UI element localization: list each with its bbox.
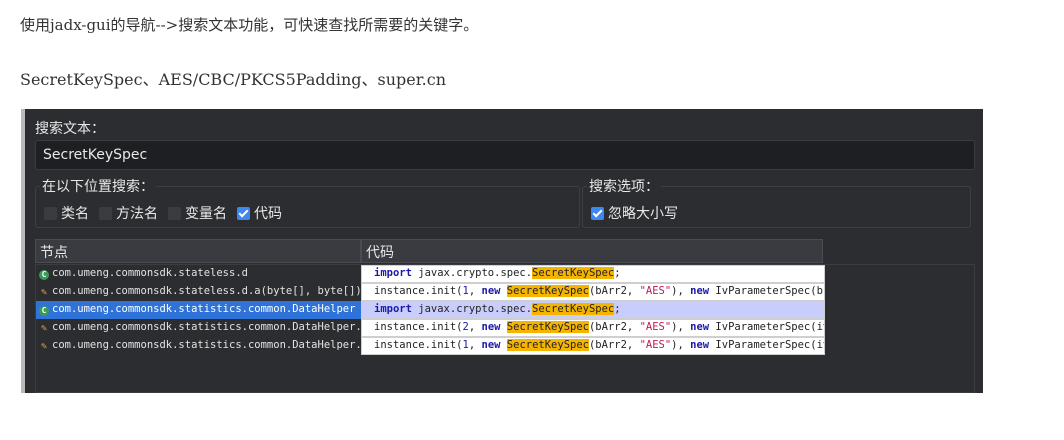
method-icon: ✎ — [40, 287, 48, 298]
code-cell[interactable]: instance.init(2, new SecretKeySpec(bArr2… — [361, 319, 825, 337]
node-cell[interactable]: ✎ com.umeng.commonsdk.stateless.d.a(byte[… — [36, 283, 361, 301]
node-text: com.umeng.commonsdk.statistics.common.Da… — [52, 303, 356, 315]
table-row[interactable]: ✎ com.umeng.commonsdk.statistics.common.D… — [36, 319, 974, 337]
class-icon: C — [39, 306, 49, 316]
ignore-case-checkbox[interactable] — [591, 206, 604, 220]
search-location-options: 类名 方法名 变量名 代码 — [42, 203, 290, 223]
node-text: com.umeng.commonsdk.stateless.d.a(byte[]… — [52, 285, 361, 297]
article-paragraph-1: 使用jadx-gui的导航-->搜索文本功能，可快速查找所需要的关键字。 — [20, 16, 479, 34]
code-cell[interactable]: instance.init(1, new SecretKeySpec(bArr2… — [361, 337, 825, 355]
code-cell[interactable]: instance.init(1, new SecretKeySpec(bArr2… — [361, 283, 825, 301]
search-options-title: 搜索选项： — [587, 176, 661, 196]
search-input[interactable]: SecretKeySpec — [35, 140, 975, 170]
table-row[interactable]: ✎ com.umeng.commonsdk.statistics.common.D… — [36, 337, 974, 355]
class-icon: C — [39, 270, 49, 280]
location-checkbox[interactable] — [99, 206, 112, 220]
jadx-search-dialog-screenshot: 搜索文本： SecretKeySpec 在以下位置搜索： 类名 方法名 变量名 代码 … — [21, 109, 983, 393]
results-table: Ccom.umeng.commonsdk.stateless.d import j… — [35, 264, 975, 393]
location-checkbox[interactable] — [237, 206, 250, 220]
code-cell[interactable]: import javax.crypto.spec.SecretKeySpec; — [361, 301, 825, 319]
node-text: com.umeng.commonsdk.statistics.common.Da… — [52, 321, 361, 333]
search-location-group: 在以下位置搜索： 类名 方法名 变量名 代码 — [35, 176, 580, 228]
ignore-case-option[interactable]: 忽略大小写 — [589, 203, 686, 223]
search-location-title: 在以下位置搜索： — [40, 176, 156, 196]
location-checkbox[interactable] — [168, 206, 181, 220]
location-checkbox[interactable] — [44, 206, 57, 220]
code-cell[interactable]: import javax.crypto.spec.SecretKeySpec; — [361, 265, 825, 283]
column-header-code[interactable]: 代码 — [361, 239, 823, 263]
node-cell[interactable]: ✎ com.umeng.commonsdk.statistics.common.D… — [36, 337, 361, 355]
location-checkbox-label: 类名 — [61, 206, 89, 222]
location-checkbox-label: 代码 — [254, 206, 282, 222]
table-row[interactable]: ✎ com.umeng.commonsdk.stateless.d.a(byte[… — [36, 283, 974, 301]
search-options-group: 搜索选项： 忽略大小写 — [582, 176, 971, 228]
ignore-case-label: 忽略大小写 — [608, 206, 678, 222]
article-paragraph-2: SecretKeySpec、AES/CBC/PKCS5Padding、super… — [20, 70, 446, 89]
location-checkbox-label: 方法名 — [116, 206, 158, 222]
method-icon: ✎ — [40, 341, 48, 352]
location-checkbox-label: 变量名 — [185, 206, 227, 222]
table-row[interactable]: Ccom.umeng.commonsdk.stateless.d import j… — [36, 265, 974, 283]
method-icon: ✎ — [40, 323, 48, 334]
column-header-node[interactable]: 节点 — [35, 239, 361, 263]
node-cell[interactable]: Ccom.umeng.commonsdk.stateless.d — [36, 265, 361, 283]
search-text-label: 搜索文本： — [35, 121, 105, 137]
node-text: com.umeng.commonsdk.statistics.common.Da… — [52, 339, 361, 351]
node-cell[interactable]: Ccom.umeng.commonsdk.statistics.common.D… — [36, 301, 361, 319]
table-row[interactable]: Ccom.umeng.commonsdk.statistics.common.D… — [36, 301, 974, 319]
node-cell[interactable]: ✎ com.umeng.commonsdk.statistics.common.D… — [36, 319, 361, 337]
node-text: com.umeng.commonsdk.stateless.d — [52, 267, 248, 279]
